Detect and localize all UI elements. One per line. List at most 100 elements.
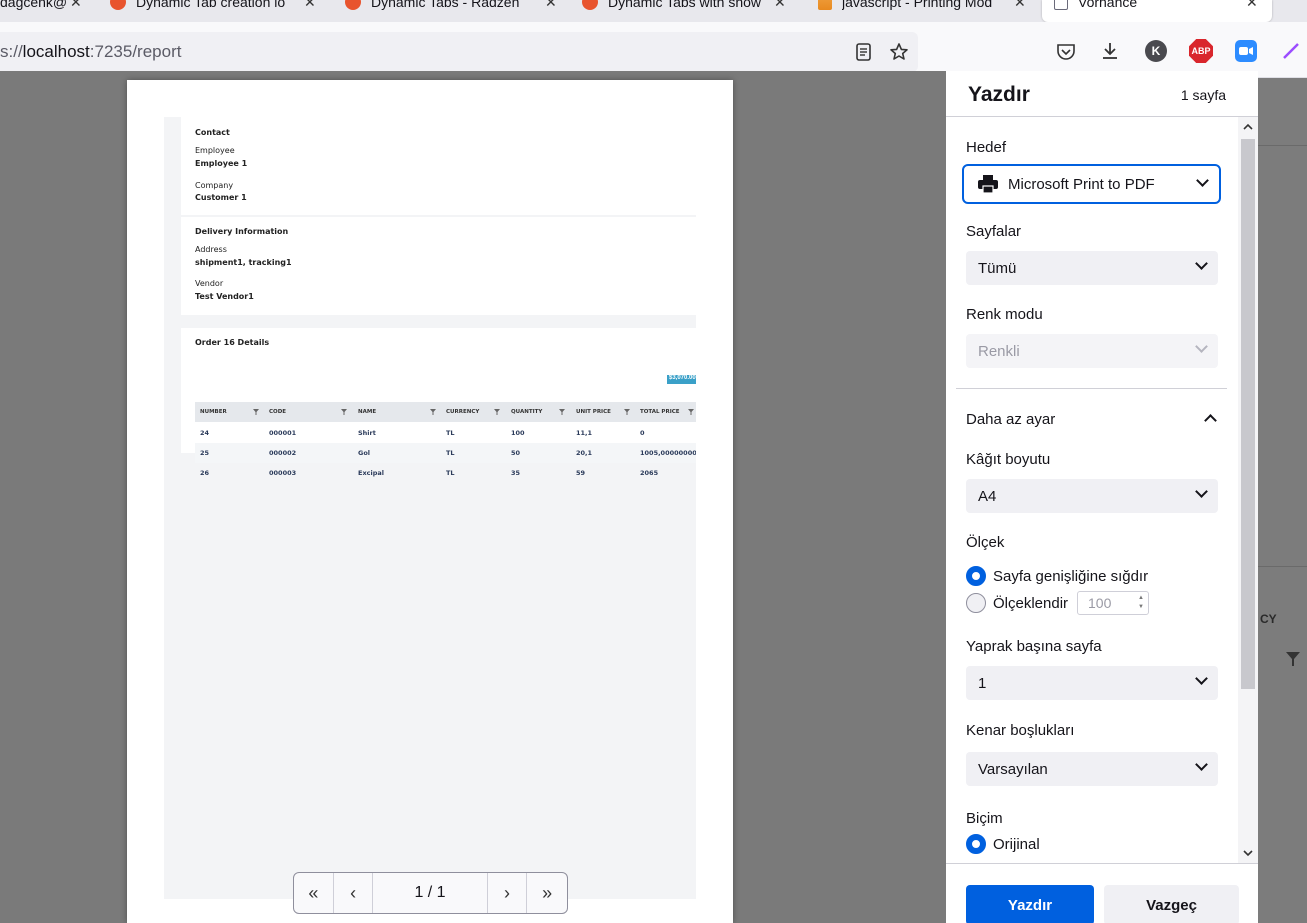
paper-size-select[interactable]: A4 [966, 479, 1218, 513]
zoom-extension-icon[interactable] [1235, 40, 1257, 62]
page-indicator: 1 / 1 [373, 873, 488, 913]
destination-label: Hedef [966, 139, 1007, 156]
next-page-button[interactable]: › [488, 873, 528, 913]
url-text[interactable]: s://localhost:7235/report [0, 42, 181, 62]
cell-code: 000002 [269, 449, 297, 457]
chevron-down-icon [1195, 485, 1208, 498]
column-header-number: NUMBER [200, 409, 227, 415]
cell-total-price: 2065 [640, 469, 659, 477]
employee-value: Employee 1 [195, 159, 248, 168]
cell-unit-price: 11,1 [576, 429, 593, 437]
close-icon[interactable]: ✕ [774, 0, 786, 11]
tab-4[interactable]: Dynamic Tabs with show ✕ [582, 0, 800, 22]
previous-page-button[interactable]: ‹ [334, 873, 374, 913]
close-icon[interactable]: ✕ [70, 0, 82, 11]
download-icon[interactable] [1099, 40, 1121, 62]
close-icon[interactable]: ✕ [1014, 0, 1026, 11]
url-bar[interactable]: s://localhost:7235/report [0, 32, 918, 72]
last-page-button[interactable]: » [527, 873, 567, 913]
color-mode-value: Renkli [978, 342, 1020, 360]
column-header-name: NAME [358, 409, 377, 415]
radzen-favicon-icon [582, 0, 598, 10]
pen-extension-icon[interactable] [1280, 40, 1302, 62]
column-header-currency: CURRENCY [446, 409, 480, 415]
tab-5[interactable]: javascript - Printing Mod ✕ [818, 0, 1033, 22]
filter-icon [624, 409, 630, 415]
divider [956, 388, 1227, 389]
panel-scrollbar[interactable] [1238, 117, 1258, 863]
tab-2[interactable]: Dynamic Tab creation lo ✕ [110, 0, 320, 22]
company-label: Company [195, 181, 234, 190]
fit-width-label[interactable]: Sayfa genişliğine sığdır [993, 568, 1148, 585]
filter-icon [1286, 652, 1300, 666]
profile-avatar[interactable]: K [1145, 40, 1167, 62]
preview-page: Contact Employee Employee 1 Company Cust… [127, 80, 733, 923]
first-page-button[interactable]: « [294, 873, 334, 913]
scroll-up-icon[interactable] [1242, 121, 1254, 133]
cell-quantity: 50 [511, 449, 521, 457]
scrollbar-thumb[interactable] [1241, 139, 1255, 689]
spinner-icon[interactable]: ▲ ▼ [1136, 594, 1146, 612]
scale-input[interactable]: 100 ▲ ▼ [1077, 591, 1149, 615]
print-title: Yazdır [968, 83, 1030, 106]
tab-bar: dagcenk@ ✕ Dynamic Tab creation lo ✕ Dyn… [0, 0, 1307, 22]
contact-title: Contact [195, 128, 230, 137]
cell-unit-price: 20,1 [576, 449, 593, 457]
reader-view-icon[interactable] [854, 42, 874, 62]
cell-number: 25 [200, 449, 210, 457]
address-value: shipment1, tracking1 [195, 258, 292, 267]
adblock-plus-icon[interactable]: ABP [1189, 39, 1213, 63]
filter-icon [430, 409, 436, 415]
nav-bar: s://localhost:7235/report K ABP [0, 22, 1307, 78]
company-value: Customer 1 [195, 193, 247, 202]
less-settings-toggle[interactable]: Daha az ayar [966, 411, 1055, 428]
tab-title: Vorhance [1078, 0, 1138, 10]
url-scheme: s:// [0, 42, 23, 61]
chevron-down-icon [1195, 340, 1208, 353]
format-original-label[interactable]: Orijinal [993, 836, 1040, 853]
cell-quantity: 100 [511, 429, 525, 437]
print-button[interactable]: Yazdır [966, 885, 1094, 923]
pages-select[interactable]: Tümü [966, 251, 1218, 285]
close-icon[interactable]: ✕ [545, 0, 557, 11]
chevron-down-icon [1195, 672, 1208, 685]
pages-per-sheet-label: Yaprak başına sayfa [966, 638, 1102, 655]
pages-value: Tümü [978, 259, 1017, 277]
pocket-icon[interactable] [1055, 40, 1077, 62]
cell-name: Shirt [358, 429, 376, 437]
close-icon[interactable]: ✕ [1246, 0, 1258, 11]
delivery-title: Delivery Information [195, 227, 289, 236]
bookmark-star-icon[interactable] [889, 42, 909, 62]
column-header-code: CODE [269, 409, 287, 415]
url-host: localhost [22, 42, 90, 61]
margins-select[interactable]: Varsayılan [966, 752, 1218, 786]
destination-select[interactable]: Microsoft Print to PDF [962, 164, 1221, 204]
address-label: Address [195, 245, 227, 254]
chevron-down-icon [1195, 257, 1208, 270]
vendor-value: Test Vendor1 [195, 292, 254, 301]
format-original-radio[interactable] [966, 834, 986, 854]
tab-1[interactable]: dagcenk@ ✕ [0, 0, 100, 22]
pages-per-sheet-select[interactable]: 1 [966, 666, 1218, 700]
chevron-up-icon[interactable] [1204, 414, 1217, 427]
close-icon[interactable]: ✕ [304, 0, 316, 11]
divider [1258, 566, 1307, 567]
radzen-favicon-icon [345, 0, 361, 10]
cell-quantity: 35 [511, 469, 521, 477]
printer-icon [978, 175, 998, 193]
column-header-total-price: TOTAL PRICE [640, 409, 680, 415]
custom-scale-radio[interactable] [966, 593, 986, 613]
cancel-button[interactable]: Vazgeç [1104, 885, 1239, 923]
tab-3[interactable]: Dynamic Tabs - Radzen ✕ [345, 0, 575, 22]
cell-total-price: 1005,00000000... [640, 449, 696, 457]
filter-icon [341, 409, 347, 415]
format-label: Biçim [966, 810, 1003, 827]
tab-6-active[interactable]: Vorhance ✕ [1042, 0, 1272, 22]
fit-width-radio[interactable] [966, 566, 986, 586]
vendor-label: Vendor [195, 279, 224, 288]
scroll-down-icon[interactable] [1242, 847, 1254, 859]
background-column-header: CY [1260, 612, 1277, 626]
cell-number: 26 [200, 469, 210, 477]
custom-scale-label[interactable]: Ölçeklendir [993, 595, 1068, 612]
divider [1258, 145, 1307, 146]
